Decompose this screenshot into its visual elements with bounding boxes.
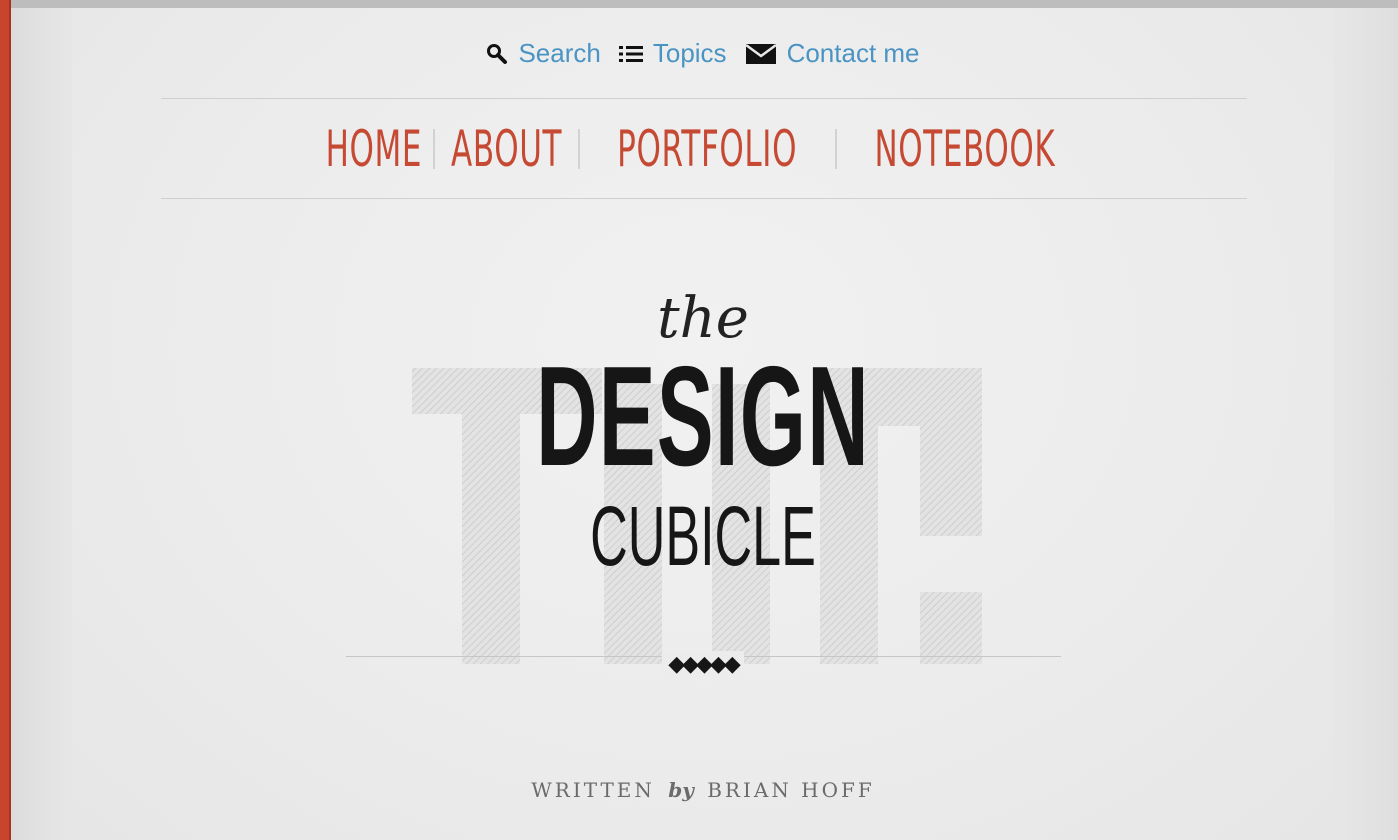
nav-portfolio[interactable]: PORTFOLIO bbox=[618, 120, 798, 178]
left-accent-border bbox=[0, 0, 11, 840]
utility-links: Search Topics Contact me bbox=[72, 38, 1334, 69]
list-icon bbox=[618, 44, 643, 64]
nav-about[interactable]: ABOUT bbox=[451, 120, 562, 178]
nav-separator bbox=[433, 129, 436, 169]
topics-link-label: Topics bbox=[652, 38, 727, 68]
nav-separator bbox=[578, 129, 581, 169]
logo-design: DESIGN bbox=[536, 337, 870, 496]
logo-cubicle: CUBICLE bbox=[590, 489, 816, 583]
byline-author: BRIAN HOFF bbox=[707, 778, 875, 802]
contact-link-label: Contact me bbox=[786, 38, 920, 68]
nav-separator bbox=[834, 129, 837, 169]
search-icon bbox=[486, 43, 508, 65]
diamond-ornament-icon: ◆◆◆◆◆ bbox=[662, 651, 744, 676]
top-shadow bbox=[11, 0, 1398, 8]
main-nav: HOME ABOUT PORTFOLIO NOTEBOOK bbox=[72, 120, 1334, 178]
search-link-label: Search bbox=[518, 38, 601, 68]
search-link[interactable]: Search bbox=[486, 38, 601, 69]
nav-notebook[interactable]: NOTEBOOK bbox=[874, 120, 1055, 178]
nav-top-divider bbox=[161, 98, 1247, 99]
byline-by: by bbox=[668, 778, 694, 802]
byline-written: WRITTEN bbox=[531, 778, 655, 802]
topics-link[interactable]: Topics bbox=[618, 38, 727, 69]
diamond-ornament: ◆◆◆◆◆ bbox=[72, 651, 1334, 676]
contact-link[interactable]: Contact me bbox=[744, 38, 920, 69]
byline: WRITTEN by BRIAN HOFF bbox=[72, 778, 1334, 802]
envelope-icon bbox=[744, 43, 777, 65]
nav-bottom-divider bbox=[161, 198, 1247, 199]
nav-home[interactable]: HOME bbox=[325, 120, 422, 178]
header-panel: Search Topics Contact me HOME ABOUT PORT… bbox=[72, 8, 1334, 840]
